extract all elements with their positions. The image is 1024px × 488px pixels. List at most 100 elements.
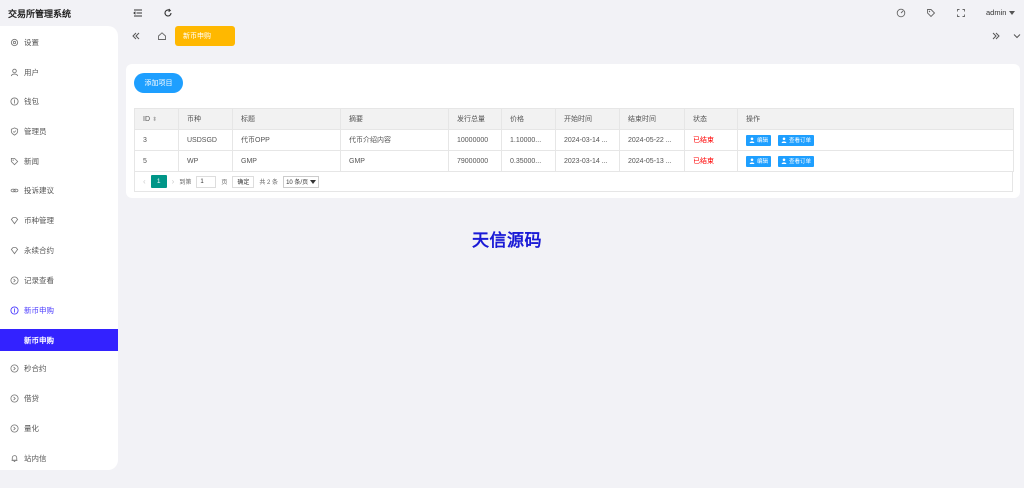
sidebar-item-news[interactable]: 新闻 xyxy=(0,151,118,171)
home-icon[interactable] xyxy=(156,30,168,42)
menu-fold-icon[interactable] xyxy=(132,7,144,19)
circle-arrow-icon xyxy=(10,423,19,433)
page-unit-label: 页 xyxy=(221,180,228,186)
cell-title: GMP xyxy=(232,150,341,172)
sidebar-item-admins[interactable]: 管理员 xyxy=(0,121,118,141)
column-header-coin: 币种 xyxy=(178,108,233,130)
sidebar-item-loans[interactable]: 借贷 xyxy=(0,388,118,408)
sort-icon[interactable]: ⬍ xyxy=(152,117,157,123)
view-orders-button[interactable]: 查看订单 xyxy=(777,134,814,146)
sidebar-item-users[interactable]: 用户 xyxy=(0,62,118,82)
bell-icon xyxy=(10,454,19,463)
cell-start: 2023-03-14 ... xyxy=(555,150,620,172)
cell-total: 10000000 xyxy=(448,129,502,151)
person-icon xyxy=(749,158,755,164)
sidebar-item-perpetual[interactable]: 永续合约 xyxy=(0,240,118,260)
cell-actions: 编辑 查看订单 xyxy=(737,150,1014,172)
sidebar-item-label: 钱包 xyxy=(24,96,39,106)
status-badge: 已结束 xyxy=(684,129,738,151)
total-count: 共 2 条 xyxy=(259,180,279,186)
link-icon xyxy=(10,186,19,195)
app-title: 交易所管理系统 xyxy=(8,9,72,19)
table-row: 5 WP GMP GMP 79000000 0.35000... 2023-03… xyxy=(134,150,1014,172)
sidebar-subitem-new-coin-subscription[interactable]: 新币申购 xyxy=(0,329,118,351)
tabs-next-icon[interactable] xyxy=(990,30,1002,42)
coin-icon xyxy=(10,96,19,106)
column-header-summary: 摘要 xyxy=(340,108,449,130)
column-header-id[interactable]: ID ⬍ xyxy=(134,108,179,130)
cell-id: 3 xyxy=(134,129,179,151)
data-table: ID ⬍ 币种 标题 摘要 发行总量 价格 开始时间 结束时间 状态 操作 3 … xyxy=(134,108,1014,172)
diamond-icon xyxy=(10,246,19,255)
chevron-down-icon[interactable] xyxy=(1011,30,1023,42)
cell-actions: 编辑 查看订单 xyxy=(737,129,1014,151)
circle-arrow-icon xyxy=(10,275,19,285)
prev-page-icon[interactable]: ‹ xyxy=(143,177,146,186)
sidebar-item-label: 管理员 xyxy=(24,126,47,136)
tab-new-coin-subscription[interactable]: 新币申购 xyxy=(175,26,235,46)
column-header-status: 状态 xyxy=(684,108,738,130)
sidebar-item-feedback[interactable]: 投诉建议 xyxy=(0,180,118,200)
cell-coin: WP xyxy=(178,150,233,172)
user-menu[interactable]: admin xyxy=(986,8,1016,17)
tag-icon xyxy=(10,157,19,166)
sidebar-item-wallet[interactable]: 钱包 xyxy=(0,91,118,111)
status-badge: 已结束 xyxy=(684,150,738,172)
sidebar-item-coins[interactable]: 币种管理 xyxy=(0,210,118,230)
cell-summary: GMP xyxy=(340,150,449,172)
edit-button[interactable]: 编辑 xyxy=(746,134,772,146)
fullscreen-icon[interactable] xyxy=(955,7,967,19)
page-1-button[interactable]: 1 xyxy=(150,175,167,188)
cell-end: 2024-05-22 ... xyxy=(619,129,685,151)
caret-down-icon xyxy=(310,179,317,184)
caret-down-icon xyxy=(1009,10,1016,15)
cell-start: 2024-03-14 ... xyxy=(555,129,620,151)
refresh-icon[interactable] xyxy=(162,7,174,19)
sidebar-item-label: 永续合约 xyxy=(24,245,54,255)
sidebar-item-new-coin[interactable]: 新币申购 xyxy=(0,300,118,320)
page-size-select[interactable]: 10 条/页 xyxy=(283,175,320,188)
circle-arrow-icon xyxy=(10,393,19,403)
cell-total: 79000000 xyxy=(448,150,502,172)
tabs-prev-icon[interactable] xyxy=(130,30,142,42)
sidebar-item-settings[interactable]: 设置 xyxy=(0,32,118,52)
view-orders-button[interactable]: 查看订单 xyxy=(777,155,814,167)
sidebar-item-label: 秒合约 xyxy=(24,363,47,373)
sidebar-item-records[interactable]: 记录查看 xyxy=(0,270,118,290)
circle-arrow-icon xyxy=(10,363,19,373)
sidebar-item-messages[interactable]: 站内信 xyxy=(0,448,118,468)
cell-title: 代币OPP xyxy=(232,129,341,151)
cell-price: 1.10000... xyxy=(501,129,556,151)
tag-icon[interactable] xyxy=(925,7,937,19)
confirm-page-button[interactable]: 确定 xyxy=(232,175,255,188)
page-input[interactable]: 1 xyxy=(196,175,217,188)
next-page-icon[interactable]: › xyxy=(172,177,175,186)
cell-end: 2024-05-13 ... xyxy=(619,150,685,172)
column-header-start: 开始时间 xyxy=(555,108,620,130)
add-project-button[interactable]: 添加项目 xyxy=(134,73,183,93)
sidebar-item-label: 记录查看 xyxy=(24,275,54,285)
goto-label: 到第 xyxy=(179,180,192,186)
pagination: ‹ 1 › 到第 1 页 确定 共 2 条 10 条/页 xyxy=(134,172,1013,192)
person-icon xyxy=(781,137,787,143)
sidebar-item-label: 新闻 xyxy=(24,156,39,166)
sidebar-item-label: 币种管理 xyxy=(24,215,54,225)
table-row: 3 USDSGD 代币OPP 代币介绍内容 10000000 1.10000..… xyxy=(134,129,1014,151)
sidebar-item-quant[interactable]: 量化 xyxy=(0,418,118,438)
sidebar-item-label: 新币申购 xyxy=(24,305,54,315)
coin-icon xyxy=(10,305,19,315)
sidebar-item-label: 量化 xyxy=(24,423,39,433)
edit-button[interactable]: 编辑 xyxy=(746,155,772,167)
sidebar-item-second-contract[interactable]: 秒合约 xyxy=(0,358,118,378)
column-header-end: 结束时间 xyxy=(619,108,685,130)
column-header-title: 标题 xyxy=(232,108,341,130)
person-icon xyxy=(781,158,787,164)
cell-id: 5 xyxy=(134,150,179,172)
shield-icon xyxy=(10,126,19,136)
theme-icon[interactable] xyxy=(895,7,907,19)
cell-price: 0.35000... xyxy=(501,150,556,172)
sidebar-item-label: 设置 xyxy=(24,37,39,47)
sidebar-item-label: 用户 xyxy=(24,67,39,77)
diamond-icon xyxy=(10,216,19,225)
sidebar-item-label: 借贷 xyxy=(24,393,39,403)
